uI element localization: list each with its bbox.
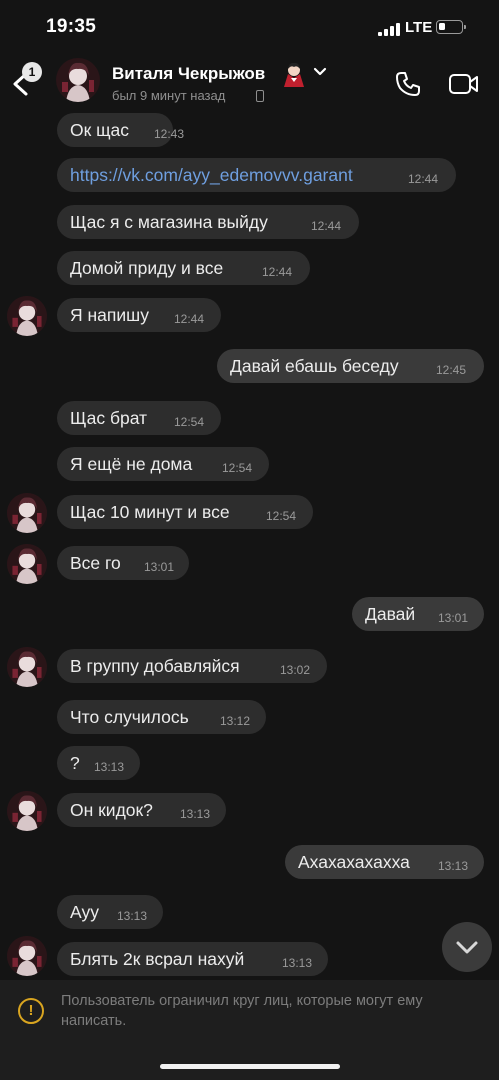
message-bubble[interactable]: Щас брат 12:54 xyxy=(57,401,221,435)
home-indicator[interactable] xyxy=(160,1064,340,1069)
unread-badge: 1 xyxy=(22,62,42,82)
message-bubble[interactable]: Я напишу 12:44 xyxy=(57,298,221,332)
contact-name[interactable]: Виталя Чекрыжов xyxy=(112,64,265,84)
avatar[interactable] xyxy=(7,791,47,831)
message-bubble[interactable]: https://vk.com/ayy_edemovvv.garant 12:44 xyxy=(57,158,456,192)
message-bubble[interactable]: Домой приду и все 12:44 xyxy=(57,251,310,285)
message-bubble-outgoing[interactable]: Давай ебашь беседу 12:45 xyxy=(217,349,484,383)
battery-icon xyxy=(436,20,466,34)
phone-icon xyxy=(396,72,420,96)
video-camera-icon xyxy=(449,74,478,94)
video-call-button[interactable] xyxy=(448,72,480,96)
message-bubble-outgoing[interactable]: Ахахахахахха 13:13 xyxy=(285,845,484,879)
message-bubble[interactable]: Блять 2к всрал нахуй 13:13 xyxy=(57,942,328,976)
avatar[interactable] xyxy=(7,936,47,976)
status-bar: 19:35 LTE xyxy=(0,0,499,52)
message-bubble[interactable]: Я ещё не дома 12:54 xyxy=(57,447,269,481)
chevron-down-icon[interactable] xyxy=(312,66,328,78)
signal-icon xyxy=(378,22,400,36)
message-bubble[interactable]: В группу добавляйся 13:02 xyxy=(57,649,327,683)
message-bubble[interactable]: Что случилось 13:12 xyxy=(57,700,266,734)
restriction-text: Пользователь ограничил круг лиц, которые… xyxy=(61,993,423,1029)
message-bubble-outgoing[interactable]: Давай 13:01 xyxy=(352,597,484,631)
avatar[interactable] xyxy=(7,296,47,336)
scroll-to-bottom-button[interactable] xyxy=(442,922,492,972)
message-bubble[interactable]: Он кидок? 13:13 xyxy=(57,793,226,827)
avatar[interactable] xyxy=(7,544,47,584)
vampire-emoji-icon xyxy=(284,62,304,87)
chat-header: 1 Виталя Чекрыжов был 9 минут назад xyxy=(0,52,499,112)
status-time: 19:35 xyxy=(46,16,97,37)
message-bubble[interactable]: Все го 13:01 xyxy=(57,546,189,580)
avatar[interactable] xyxy=(7,493,47,533)
message-link[interactable]: https://vk.com/ayy_edemovvv.garant xyxy=(70,165,353,186)
message-bubble[interactable]: ? 13:13 xyxy=(57,746,140,780)
mobile-device-icon xyxy=(256,90,264,102)
avatar[interactable] xyxy=(7,647,47,687)
message-bubble[interactable]: Щас я с магазина выйду 12:44 xyxy=(57,205,359,239)
message-bubble[interactable]: Ок щас 12:43 xyxy=(57,113,184,147)
chevron-down-icon xyxy=(456,941,478,954)
call-button[interactable] xyxy=(394,70,422,98)
contact-status: был 9 минут назад xyxy=(112,88,226,103)
message-bubble[interactable]: Щас 10 минут и все 12:54 xyxy=(57,495,313,529)
message-bubble[interactable]: Ауу 13:13 xyxy=(57,895,163,929)
warning-icon: ! xyxy=(18,998,44,1024)
avatar[interactable] xyxy=(56,58,100,102)
network-label: LTE xyxy=(405,19,433,36)
